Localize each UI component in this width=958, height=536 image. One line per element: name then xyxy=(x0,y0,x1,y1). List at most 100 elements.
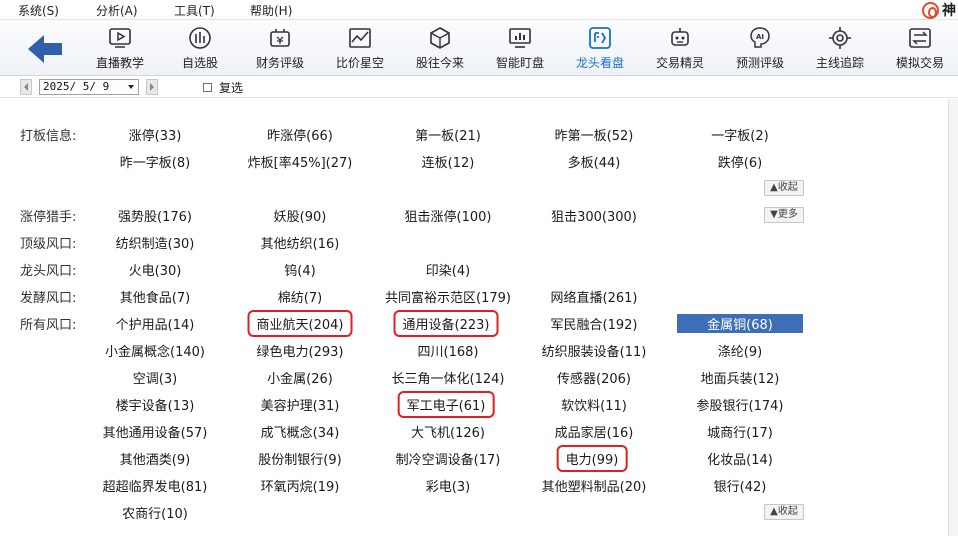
list-item[interactable]: 棉纺(7) xyxy=(278,287,322,306)
list-item[interactable]: 大飞机(126) xyxy=(411,422,485,441)
list-item[interactable]: 城商行(17) xyxy=(707,422,773,441)
collapse-button[interactable]: ▲收起 xyxy=(764,180,804,196)
chevron-down-icon[interactable] xyxy=(125,81,137,93)
list-item[interactable]: 连板(12) xyxy=(422,152,475,171)
tool-price-compare[interactable]: 比价星空 xyxy=(320,24,400,74)
tool-smart-monitor[interactable]: 智能盯盘 xyxy=(480,24,560,74)
list-item[interactable]: 炸板[率45%](27) xyxy=(248,152,353,171)
list-item[interactable]: 股份制银行(9) xyxy=(258,449,341,468)
list-item[interactable]: 环氧丙烷(19) xyxy=(261,476,340,495)
back-arrow-icon xyxy=(28,35,62,63)
more-button[interactable]: ▼更多 xyxy=(764,207,804,223)
tool-label: 预测评级 xyxy=(735,56,784,70)
list-item[interactable]: 地面兵装(12) xyxy=(701,368,780,387)
list-item[interactable]: 强势股(176) xyxy=(118,206,192,225)
list-item-highlighted[interactable]: 军工电子(61) xyxy=(397,391,495,418)
list-item[interactable]: 成品家居(16) xyxy=(555,422,634,441)
date-picker[interactable]: 2025/ 5/ 9 xyxy=(39,79,139,95)
tool-history[interactable]: 股往今来 xyxy=(400,24,480,74)
tool-live-teaching[interactable]: 直播教学 xyxy=(80,24,160,74)
tool-label: 财务评级 xyxy=(255,56,304,70)
list-item[interactable]: 超超临界发电(81) xyxy=(103,476,208,495)
list-item[interactable]: 其他酒类(9) xyxy=(120,449,190,468)
sector-panel: 打板信息: 涨停(33) 昨涨停(66) 第一板(21) 昨第一板(52) 一字… xyxy=(0,99,948,536)
list-item[interactable]: 火电(30) xyxy=(129,260,182,279)
list-item[interactable]: 小金属概念(140) xyxy=(105,341,205,360)
tool-trade-spirit[interactable]: 交易精灵 xyxy=(640,24,720,74)
list-item-highlighted[interactable]: 商业航天(204) xyxy=(247,310,353,337)
section-label-ferment: 发酵风口: xyxy=(20,291,77,306)
collapse-label: 收起 xyxy=(777,182,798,193)
list-item[interactable]: 第一板(21) xyxy=(415,125,481,144)
list-item[interactable]: 昨一字板(8) xyxy=(120,152,190,171)
menu-tools[interactable]: 工具(T) xyxy=(174,2,215,19)
list-item[interactable]: 小金属(26) xyxy=(267,368,333,387)
tool-mainline-tracking[interactable]: 主线追踪 xyxy=(800,24,880,74)
list-item[interactable]: 化妆品(14) xyxy=(707,449,773,468)
list-item[interactable]: 楼宇设备(13) xyxy=(116,395,195,414)
toolbar: 直播教学 自选股 财务评级 比价星空 股往今来 智能盯盘 龙头看盘 交易精灵 A… xyxy=(0,20,958,76)
list-item[interactable]: 制冷空调设备(17) xyxy=(396,449,501,468)
list-item[interactable]: 钨(4) xyxy=(284,260,315,279)
list-item[interactable]: 绿色电力(293) xyxy=(257,341,344,360)
tool-label: 交易精灵 xyxy=(655,56,704,70)
list-item[interactable]: 个护用品(14) xyxy=(116,314,195,333)
tool-label: 主线追踪 xyxy=(815,56,864,70)
collapse-button[interactable]: ▲收起 xyxy=(764,504,804,520)
list-item[interactable]: 银行(42) xyxy=(714,476,767,495)
vertical-scrollbar[interactable] xyxy=(948,99,958,536)
menu-analysis[interactable]: 分析(A) xyxy=(96,2,138,19)
back-button[interactable] xyxy=(26,32,66,66)
next-date-button[interactable] xyxy=(146,79,158,95)
caret-right-icon xyxy=(150,83,154,91)
list-item[interactable]: 美容护理(31) xyxy=(261,395,340,414)
list-item[interactable]: 狙击300(300) xyxy=(551,206,637,225)
list-item[interactable]: 长三角一体化(124) xyxy=(392,368,505,387)
list-item[interactable]: 其他纺织(16) xyxy=(261,233,340,252)
tool-sim-trading[interactable]: 模拟交易 xyxy=(880,24,958,74)
list-item[interactable]: 其他食品(7) xyxy=(120,287,190,306)
list-item[interactable]: 涤纶(9) xyxy=(718,341,762,360)
list-item[interactable]: 印染(4) xyxy=(426,260,470,279)
list-item[interactable]: 四川(168) xyxy=(418,341,479,360)
list-item[interactable]: 一字板(2) xyxy=(711,125,768,144)
list-item[interactable]: 空调(3) xyxy=(133,368,177,387)
list-item[interactable]: 狙击涨停(100) xyxy=(405,206,492,225)
tool-label: 股往今来 xyxy=(415,56,464,70)
tool-watchlist[interactable]: 自选股 xyxy=(160,24,240,74)
list-item[interactable]: 妖股(90) xyxy=(274,206,327,225)
section-label-top: 顶级风口: xyxy=(20,237,77,252)
list-item[interactable]: 成飞概念(34) xyxy=(261,422,340,441)
list-item[interactable]: 软饮料(11) xyxy=(561,395,627,414)
list-item-highlighted[interactable]: 电力(99) xyxy=(556,445,628,472)
list-item[interactable]: 昨第一板(52) xyxy=(555,125,634,144)
list-item[interactable]: 多板(44) xyxy=(568,152,621,171)
list-item[interactable]: 农商行(10) xyxy=(122,503,188,522)
menu-help[interactable]: 帮助(H) xyxy=(250,2,292,19)
list-item[interactable]: 传感器(206) xyxy=(557,368,631,387)
tool-finance-rating[interactable]: 财务评级 xyxy=(240,24,320,74)
list-item[interactable]: 彩电(3) xyxy=(426,476,470,495)
list-item[interactable]: 军民融合(192) xyxy=(551,314,638,333)
list-item[interactable]: 涨停(33) xyxy=(129,125,182,144)
list-item-selected[interactable]: 金属铜(68) xyxy=(677,314,803,333)
list-item[interactable]: 昨涨停(66) xyxy=(267,125,333,144)
list-item[interactable]: 参股银行(174) xyxy=(697,395,784,414)
menu-system[interactable]: 系统(S) xyxy=(18,2,59,19)
list-item[interactable]: 共同富裕示范区(179) xyxy=(385,287,511,306)
list-item[interactable]: 网络直播(261) xyxy=(551,287,638,306)
multi-select-checkbox[interactable] xyxy=(203,83,212,92)
list-item-highlighted[interactable]: 通用设备(223) xyxy=(393,310,499,337)
ai-icon: AI xyxy=(748,26,772,50)
list-item[interactable]: 其他通用设备(57) xyxy=(103,422,208,441)
tool-dragon-watch[interactable]: 龙头看盘 xyxy=(560,24,640,74)
monitor-icon xyxy=(508,26,532,50)
tool-forecast-rating[interactable]: AI 预测评级 xyxy=(720,24,800,74)
list-item[interactable]: 纺织制造(30) xyxy=(116,233,195,252)
collapse-label: 收起 xyxy=(777,506,798,517)
list-item[interactable]: 纺织服装设备(11) xyxy=(542,341,647,360)
list-item[interactable]: 其他塑料制品(20) xyxy=(542,476,647,495)
list-item[interactable]: 跌停(6) xyxy=(718,152,762,171)
prev-date-button[interactable] xyxy=(20,79,32,95)
finance-icon xyxy=(268,26,292,50)
